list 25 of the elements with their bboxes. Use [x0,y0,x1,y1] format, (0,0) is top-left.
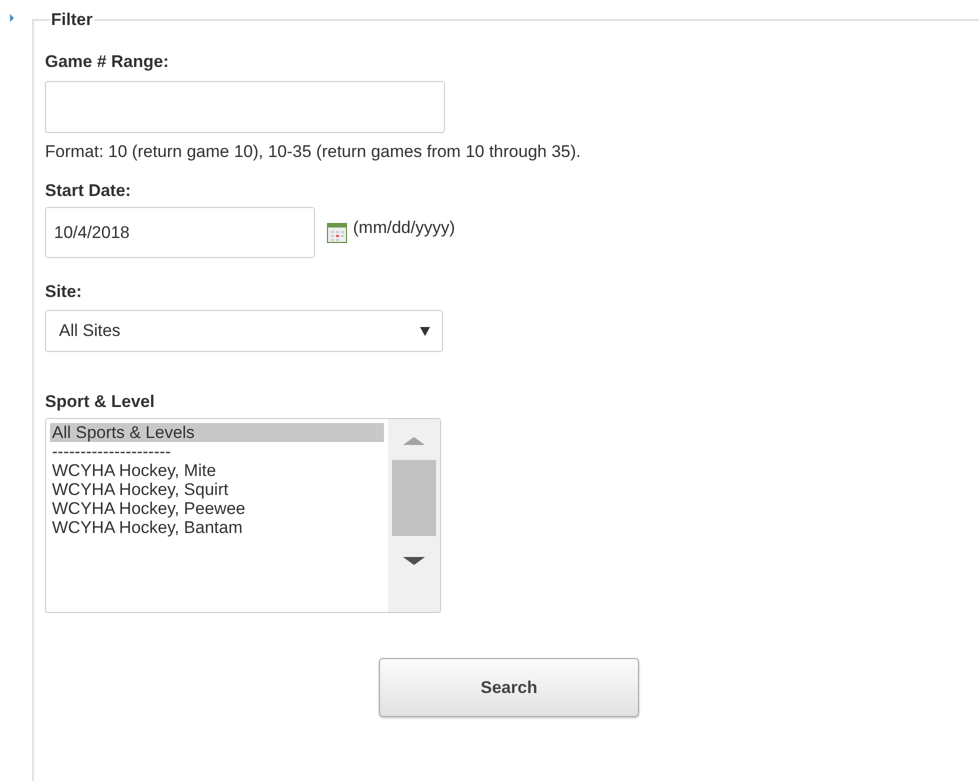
scroll-down-icon[interactable] [403,557,425,565]
scrollbar-thumb[interactable] [392,460,436,536]
scroll-up-icon[interactable] [403,437,425,445]
list-option[interactable]: WCYHA Hockey, Peewee [50,499,384,518]
start-date-input[interactable]: 10/4/2018 [45,207,315,258]
calendar-icon[interactable] [327,222,347,242]
caret-icon [420,326,430,336]
start-date-label: Start Date: [45,181,132,201]
sport-level-label: Sport & Level [45,392,156,412]
expand-icon[interactable] [10,14,14,22]
site-label: Site: [45,282,83,302]
list-option[interactable]: WCYHA Hockey, Bantam [50,518,384,537]
list-option[interactable]: --------------------- [50,442,384,461]
sport-level-listbox[interactable]: All Sports & Levels --------------------- WCYHA Hockey, Mite WCYHA Hockey, Squirt WCYHA Hockey, Peewee WCYHA Hockey, Bantam [45,418,441,613]
search-button[interactable]: Search [379,658,639,717]
game-range-label: Game # Range: [45,52,170,72]
list-option[interactable]: WCYHA Hockey, Mite [50,461,384,480]
filter-legend: Filter [50,10,94,30]
date-format-hint: (mm/dd/yyyy) [353,218,455,238]
list-option[interactable]: All Sports & Levels [50,423,384,442]
list-option[interactable]: WCYHA Hockey, Squirt [50,480,384,499]
scrollbar[interactable] [388,419,440,612]
site-dropdown[interactable]: All Sites [45,310,443,352]
game-range-input[interactable] [45,81,445,133]
format-hint: Format: 10 (return game 10), 10-35 (return games from 10 through 35). [45,142,582,162]
